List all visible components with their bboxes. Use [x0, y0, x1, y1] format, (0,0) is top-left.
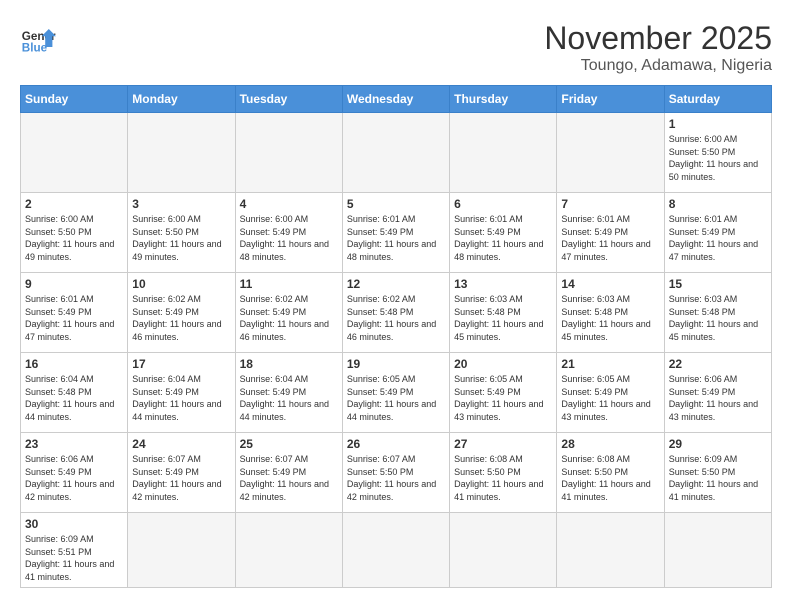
empty-cell [235, 113, 342, 193]
logo: General Blue [20, 20, 56, 56]
header-friday: Friday [557, 86, 664, 113]
day-2: 2 Sunrise: 6:00 AM Sunset: 5:50 PM Dayli… [21, 193, 128, 273]
day-29: 29 Sunrise: 6:09 AM Sunset: 5:50 PM Dayl… [664, 433, 771, 513]
empty-cell [128, 113, 235, 193]
day-13: 13 Sunrise: 6:03 AM Sunset: 5:48 PM Dayl… [450, 273, 557, 353]
day-14: 14 Sunrise: 6:03 AM Sunset: 5:48 PM Dayl… [557, 273, 664, 353]
day-4: 4 Sunrise: 6:00 AM Sunset: 5:49 PM Dayli… [235, 193, 342, 273]
day-20: 20 Sunrise: 6:05 AM Sunset: 5:49 PM Dayl… [450, 353, 557, 433]
day-18: 18 Sunrise: 6:04 AM Sunset: 5:49 PM Dayl… [235, 353, 342, 433]
header-thursday: Thursday [450, 86, 557, 113]
day-6: 6 Sunrise: 6:01 AM Sunset: 5:49 PM Dayli… [450, 193, 557, 273]
day-10: 10 Sunrise: 6:02 AM Sunset: 5:49 PM Dayl… [128, 273, 235, 353]
day-11: 11 Sunrise: 6:02 AM Sunset: 5:49 PM Dayl… [235, 273, 342, 353]
header-tuesday: Tuesday [235, 86, 342, 113]
empty-cell [557, 113, 664, 193]
empty-cell [557, 513, 664, 588]
day-23: 23 Sunrise: 6:06 AM Sunset: 5:49 PM Dayl… [21, 433, 128, 513]
calendar-row-4: 16 Sunrise: 6:04 AM Sunset: 5:48 PM Dayl… [21, 353, 772, 433]
svg-text:Blue: Blue [22, 42, 48, 55]
calendar-row-1: 1 Sunrise: 6:00 AM Sunset: 5:50 PM Dayli… [21, 113, 772, 193]
page-header: General Blue November 2025 Toungo, Adama… [20, 20, 772, 75]
month-title: November 2025 [544, 20, 772, 57]
empty-cell [342, 113, 449, 193]
day-21: 21 Sunrise: 6:05 AM Sunset: 5:49 PM Dayl… [557, 353, 664, 433]
day-22: 22 Sunrise: 6:06 AM Sunset: 5:49 PM Dayl… [664, 353, 771, 433]
header-wednesday: Wednesday [342, 86, 449, 113]
day-26: 26 Sunrise: 6:07 AM Sunset: 5:50 PM Dayl… [342, 433, 449, 513]
day-27: 27 Sunrise: 6:08 AM Sunset: 5:50 PM Dayl… [450, 433, 557, 513]
empty-cell [450, 513, 557, 588]
day-15: 15 Sunrise: 6:03 AM Sunset: 5:48 PM Dayl… [664, 273, 771, 353]
calendar-table: Sunday Monday Tuesday Wednesday Thursday… [20, 85, 772, 588]
day-5: 5 Sunrise: 6:01 AM Sunset: 5:49 PM Dayli… [342, 193, 449, 273]
empty-cell [128, 513, 235, 588]
location: Toungo, Adamawa, Nigeria [544, 57, 772, 75]
day-1: 1 Sunrise: 6:00 AM Sunset: 5:50 PM Dayli… [664, 113, 771, 193]
empty-cell [450, 113, 557, 193]
calendar-row-5: 23 Sunrise: 6:06 AM Sunset: 5:49 PM Dayl… [21, 433, 772, 513]
logo-icon: General Blue [20, 20, 56, 56]
day-24: 24 Sunrise: 6:07 AM Sunset: 5:49 PM Dayl… [128, 433, 235, 513]
day-17: 17 Sunrise: 6:04 AM Sunset: 5:49 PM Dayl… [128, 353, 235, 433]
header-saturday: Saturday [664, 86, 771, 113]
header-monday: Monday [128, 86, 235, 113]
day-25: 25 Sunrise: 6:07 AM Sunset: 5:49 PM Dayl… [235, 433, 342, 513]
day-30: 30 Sunrise: 6:09 AM Sunset: 5:51 PM Dayl… [21, 513, 128, 588]
day-3: 3 Sunrise: 6:00 AM Sunset: 5:50 PM Dayli… [128, 193, 235, 273]
day-9: 9 Sunrise: 6:01 AM Sunset: 5:49 PM Dayli… [21, 273, 128, 353]
empty-cell [235, 513, 342, 588]
calendar-row-3: 9 Sunrise: 6:01 AM Sunset: 5:49 PM Dayli… [21, 273, 772, 353]
empty-cell [21, 113, 128, 193]
title-block: November 2025 Toungo, Adamawa, Nigeria [544, 20, 772, 75]
weekday-header-row: Sunday Monday Tuesday Wednesday Thursday… [21, 86, 772, 113]
day-28: 28 Sunrise: 6:08 AM Sunset: 5:50 PM Dayl… [557, 433, 664, 513]
calendar-row-2: 2 Sunrise: 6:00 AM Sunset: 5:50 PM Dayli… [21, 193, 772, 273]
day-19: 19 Sunrise: 6:05 AM Sunset: 5:49 PM Dayl… [342, 353, 449, 433]
calendar-row-6: 30 Sunrise: 6:09 AM Sunset: 5:51 PM Dayl… [21, 513, 772, 588]
empty-cell [664, 513, 771, 588]
empty-cell [342, 513, 449, 588]
day-12: 12 Sunrise: 6:02 AM Sunset: 5:48 PM Dayl… [342, 273, 449, 353]
day-7: 7 Sunrise: 6:01 AM Sunset: 5:49 PM Dayli… [557, 193, 664, 273]
day-8: 8 Sunrise: 6:01 AM Sunset: 5:49 PM Dayli… [664, 193, 771, 273]
header-sunday: Sunday [21, 86, 128, 113]
day-16: 16 Sunrise: 6:04 AM Sunset: 5:48 PM Dayl… [21, 353, 128, 433]
